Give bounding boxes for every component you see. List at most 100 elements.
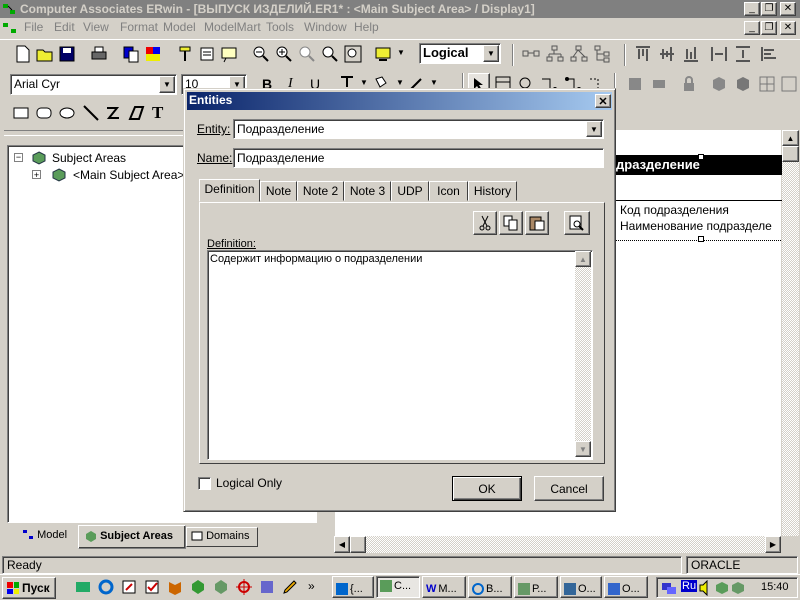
note-icon[interactable] bbox=[220, 45, 238, 63]
task-7[interactable]: О... bbox=[604, 576, 648, 598]
hierarchy-icon[interactable] bbox=[546, 45, 564, 63]
menu-tools[interactable]: Tools bbox=[266, 20, 294, 34]
menu-help[interactable]: Help bbox=[354, 20, 379, 34]
canvas-vscrollbar[interactable]: ▲ bbox=[782, 130, 799, 536]
name-field[interactable]: Подразделение bbox=[233, 148, 604, 168]
menu-file[interactable]: File bbox=[24, 20, 43, 34]
cube2-icon[interactable] bbox=[734, 75, 752, 93]
start-button[interactable]: Пуск bbox=[2, 577, 56, 599]
display-icon[interactable] bbox=[374, 45, 392, 63]
paste-button[interactable] bbox=[525, 211, 549, 235]
menu-model[interactable]: Model bbox=[163, 20, 196, 34]
menu-modelmart[interactable]: ModelMart bbox=[204, 20, 261, 34]
chevron-down-icon[interactable]: ▼ bbox=[159, 76, 175, 93]
menu-window[interactable]: Window bbox=[304, 20, 347, 34]
attribute-2[interactable]: Наименование подразделе bbox=[620, 219, 772, 233]
tab-model[interactable]: Model bbox=[18, 527, 78, 547]
space-icon[interactable] bbox=[710, 45, 728, 63]
scroll-right-icon[interactable]: ▶ bbox=[765, 536, 781, 553]
grid-icon[interactable] bbox=[758, 75, 776, 93]
chevron-down-icon[interactable]: ▼ bbox=[586, 121, 602, 137]
new-icon[interactable] bbox=[14, 45, 32, 63]
expand-icon[interactable]: + bbox=[32, 170, 41, 180]
text-tool-icon[interactable]: T bbox=[152, 103, 163, 123]
font-name-select[interactable]: Arial Cyr ▼ bbox=[10, 74, 177, 95]
cube-icon[interactable] bbox=[710, 75, 728, 93]
check-icon[interactable] bbox=[144, 579, 160, 595]
polygon-icon[interactable] bbox=[127, 104, 145, 122]
table-icon[interactable] bbox=[780, 75, 798, 93]
view-level-select[interactable]: Logical ▼ bbox=[419, 43, 501, 64]
edit-icon[interactable] bbox=[121, 579, 137, 595]
brush-icon[interactable] bbox=[176, 45, 194, 63]
zoom-icon[interactable] bbox=[298, 45, 316, 63]
entity-select[interactable]: Подразделение ▼ bbox=[233, 119, 604, 139]
scroll-up-icon[interactable]: ▲ bbox=[782, 130, 799, 146]
minimize-button[interactable]: _ bbox=[744, 2, 760, 16]
tab-note-3[interactable]: Note 3 bbox=[344, 181, 391, 201]
ok-button[interactable]: OK bbox=[452, 476, 522, 501]
align-top-icon[interactable] bbox=[634, 45, 652, 63]
doc-restore-button[interactable]: ❐ bbox=[761, 21, 777, 35]
restore-button[interactable]: ❐ bbox=[761, 2, 777, 16]
app-icon-1[interactable] bbox=[167, 579, 183, 595]
cancel-button[interactable]: Cancel bbox=[534, 476, 604, 501]
tab-domains[interactable]: Domains bbox=[186, 527, 258, 547]
volume-icon[interactable] bbox=[699, 580, 713, 596]
hierarchy2-icon[interactable] bbox=[570, 45, 588, 63]
more-icon[interactable]: » bbox=[308, 579, 315, 593]
dialog-close-icon[interactable]: ✕ bbox=[595, 94, 611, 108]
task-5[interactable]: Р... bbox=[514, 576, 558, 598]
copy-icon[interactable] bbox=[122, 45, 140, 63]
task-6[interactable]: О... bbox=[560, 576, 602, 598]
menu-edit[interactable]: Edit bbox=[54, 20, 75, 34]
pencil-icon[interactable] bbox=[282, 579, 298, 595]
task-2[interactable]: С... bbox=[376, 576, 420, 598]
line-dropdown-icon[interactable]: ▼ bbox=[430, 78, 438, 87]
hscroll-thumb[interactable] bbox=[350, 536, 366, 553]
task-1[interactable]: {... bbox=[332, 576, 374, 598]
ellipse-icon[interactable] bbox=[58, 104, 76, 122]
scroll-down-icon[interactable]: ▼ bbox=[575, 441, 591, 457]
task-3[interactable]: W М... bbox=[422, 576, 466, 598]
display-dropdown-icon[interactable]: ▼ bbox=[397, 48, 405, 57]
tray-app-icon[interactable] bbox=[715, 581, 729, 595]
doc-close-button[interactable]: ✕ bbox=[780, 21, 796, 35]
zoom-in-icon[interactable] bbox=[275, 45, 293, 63]
ie-icon[interactable] bbox=[98, 579, 114, 595]
preview-button[interactable] bbox=[564, 211, 590, 235]
close-button[interactable]: ✕ bbox=[780, 2, 796, 16]
tab-definition[interactable]: Definition bbox=[199, 179, 260, 202]
task-4[interactable]: В... bbox=[468, 576, 512, 598]
rectangle-icon[interactable] bbox=[12, 104, 30, 122]
relationship-icon[interactable] bbox=[522, 45, 540, 63]
copy-button[interactable] bbox=[499, 211, 523, 235]
collapse-icon[interactable]: − bbox=[14, 153, 23, 162]
tab-note[interactable]: Note bbox=[260, 181, 297, 201]
tray-app-icon-2[interactable] bbox=[731, 581, 745, 595]
mart-icon-1[interactable] bbox=[626, 75, 644, 93]
text-color-dropdown-icon[interactable]: ▼ bbox=[360, 78, 368, 87]
align-middle-icon[interactable] bbox=[658, 45, 676, 63]
quicklaunch-desktop-icon[interactable] bbox=[75, 579, 91, 595]
tab-subject-areas[interactable]: Subject Areas bbox=[78, 525, 186, 549]
zoom-out-icon[interactable] bbox=[252, 45, 270, 63]
app-icon-2[interactable] bbox=[190, 579, 206, 595]
mart-icon-2[interactable] bbox=[650, 75, 668, 93]
app-icon-3[interactable] bbox=[213, 579, 229, 595]
tab-icon[interactable]: Icon bbox=[429, 181, 468, 201]
cut-button[interactable] bbox=[473, 211, 497, 235]
zoom-all-icon[interactable] bbox=[344, 45, 362, 63]
chevron-down-icon[interactable]: ▼ bbox=[483, 45, 499, 62]
selection-handle[interactable] bbox=[698, 236, 704, 242]
align-left-icon[interactable] bbox=[760, 45, 778, 63]
tab-history[interactable]: History bbox=[468, 181, 517, 201]
definition-textarea[interactable]: Содержит информацию о подразделении ▲ ▼ bbox=[207, 250, 593, 460]
language-indicator[interactable]: Ru bbox=[681, 580, 698, 592]
doc-minimize-button[interactable]: _ bbox=[744, 21, 760, 35]
print-icon[interactable] bbox=[90, 45, 108, 63]
fill-dropdown-icon[interactable]: ▼ bbox=[396, 78, 404, 87]
canvas-hscrollbar[interactable]: ◀ ▶ bbox=[334, 536, 781, 553]
zoom-fit-icon[interactable] bbox=[321, 45, 339, 63]
page-icon[interactable] bbox=[198, 45, 216, 63]
